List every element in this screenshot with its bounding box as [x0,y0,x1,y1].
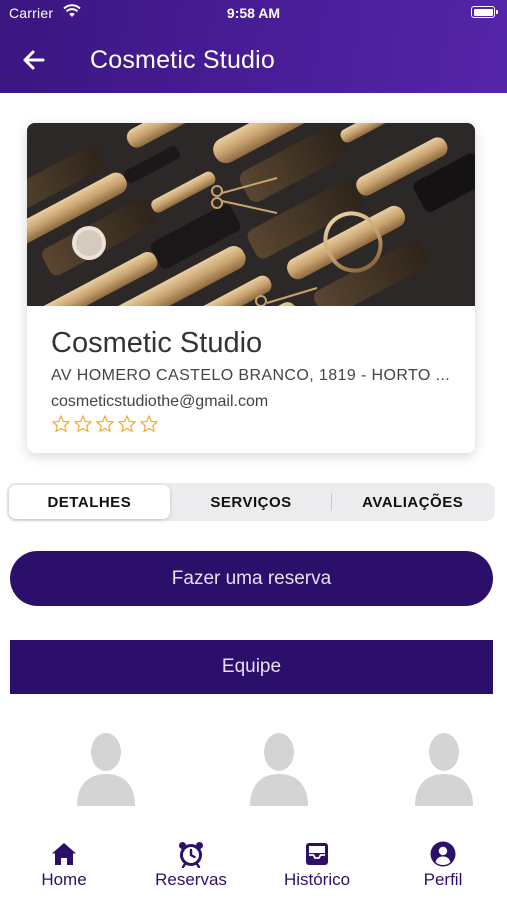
nav-home-label: Home [41,870,87,889]
bottom-navigation: Home Reservas Histórico Perfil [0,832,507,900]
star-outline-icon [51,414,71,433]
salon-name: Cosmetic Studio [51,327,263,359]
user-circle-icon [430,841,456,867]
tab-detalhes[interactable]: DETALHES [9,485,170,519]
home-icon [52,843,76,865]
salon-cover-image [27,123,475,306]
nav-reservas[interactable]: Reservas [141,840,241,890]
nav-perfil[interactable]: Perfil [393,840,493,890]
inbox-icon [306,843,328,865]
team-member-avatar[interactable] [75,730,137,806]
nav-perfil-label: Perfil [423,870,463,889]
status-bar: Carrier 9:58 AM [0,0,507,26]
salon-address: AV HOMERO CASTELO BRANCO, 1819 - HORTO .… [51,367,451,384]
tab-avaliacoes[interactable]: AVALIAÇÕES [332,485,493,519]
back-arrow-icon[interactable] [18,44,50,76]
star-outline-icon [95,414,115,433]
page-title: Cosmetic Studio [90,46,276,74]
detail-tabs: DETALHES SERVIÇOS AVALIAÇÕES [7,483,495,521]
alarm-clock-icon [179,842,203,868]
team-member-avatar[interactable] [413,730,475,806]
tab-servicos[interactable]: SERVIÇOS [171,485,332,519]
salon-card: Cosmetic Studio AV HOMERO CASTELO BRANCO… [27,123,475,453]
battery-icon [471,6,498,18]
nav-historico-label: Histórico [283,870,351,889]
star-outline-icon [139,414,159,433]
star-outline-icon [117,414,137,433]
rating-stars [51,414,159,434]
make-reservation-button[interactable]: Fazer uma reserva [10,551,493,606]
nav-reservas-label: Reservas [155,870,227,889]
nav-historico[interactable]: Histórico [267,840,367,890]
app-header: Carrier 9:58 AM Cosmetic Studio [0,0,507,93]
status-time: 9:58 AM [226,5,281,21]
team-member-avatar[interactable] [248,730,310,806]
nav-home[interactable]: Home [14,840,114,890]
team-section-title: Equipe [10,640,493,694]
star-outline-icon [73,414,93,433]
salon-email: cosmeticstudiothe@gmail.com [51,393,269,410]
